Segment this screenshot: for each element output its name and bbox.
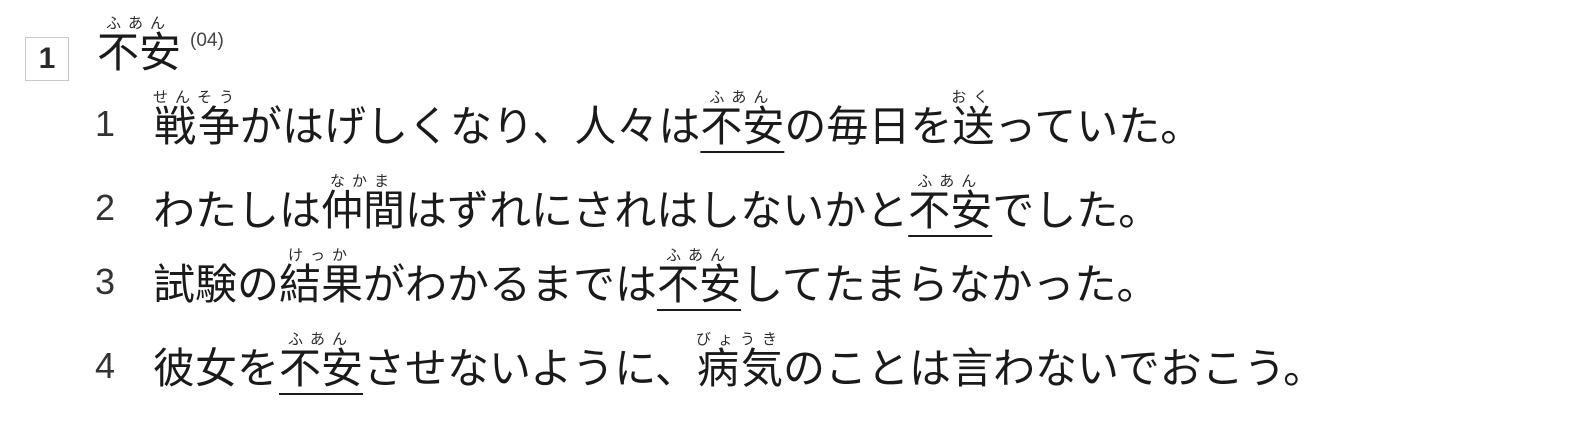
option-number: 1 — [95, 103, 116, 144]
sentence-text: でした。 — [992, 186, 1161, 235]
sentence-text: の毎日を — [784, 102, 953, 151]
ruby-base: 病気 — [695, 344, 784, 393]
ruby-word: 結果けっか — [279, 246, 364, 309]
sentence-text: がわかるまでは — [363, 260, 658, 309]
underlined-keyword: 不安ふあん — [700, 88, 785, 151]
question-code: (04) — [190, 30, 224, 51]
keyword-text: 不安 — [97, 28, 182, 77]
underlined-keyword: 不安ふあん — [279, 330, 364, 393]
furigana: せんそう — [153, 88, 242, 106]
sentence-text: っていた。 — [994, 102, 1203, 151]
sentence-text: 試験の — [153, 260, 280, 309]
option-sentence: 彼女を不安ふあんさせないように、病気びょうきのことは言わないでおこう。 — [153, 330, 1325, 390]
furigana: ふあん — [908, 172, 993, 190]
option-sentence: 戦争せんそうがはげしくなり、人々は不安ふあんの毎日を送おくっていた。 — [153, 88, 1202, 148]
option-number: 2 — [95, 187, 116, 228]
ruby-base: 結果 — [279, 260, 364, 309]
sentence-text: がはげしくなり、人々は — [240, 102, 701, 151]
ruby-base: 不安 — [279, 344, 364, 393]
ruby-base: 不安 — [657, 260, 742, 309]
ruby-word: 仲間なかま — [321, 172, 406, 235]
ruby-base: 不安 — [908, 186, 993, 235]
option-row-3: 3 試験の結果けっかがわかるまでは不安ふあんしてたまらなかった。 — [95, 246, 1159, 306]
ruby-base: 仲間 — [321, 186, 406, 235]
ruby-word: 戦争せんそう — [153, 88, 242, 151]
option-row-1: 1 戦争せんそうがはげしくなり、人々は不安ふあんの毎日を送おくっていた。 — [95, 88, 1202, 148]
sentence-text: 彼女を — [153, 344, 280, 393]
furigana: けっか — [279, 246, 364, 264]
furigana: ふあん — [657, 246, 742, 264]
option-row-2: 2 わたしは仲間なかまはずれにされはしないかと不安ふあんでした。 — [95, 172, 1160, 232]
furigana: びょうき — [695, 330, 784, 348]
keyword-reading: ふあん — [97, 14, 182, 32]
question-number-box: 1 — [25, 37, 69, 81]
underlined-keyword: 不安ふあん — [657, 246, 742, 309]
ruby-word: 病気びょうき — [695, 330, 784, 393]
ruby-base: 戦争 — [153, 102, 242, 151]
sentence-text: わたしは — [153, 186, 322, 235]
option-number: 3 — [95, 261, 116, 302]
furigana: おく — [951, 88, 996, 106]
furigana: ふあん — [279, 330, 364, 348]
ruby-base: 不安 — [700, 102, 785, 151]
question-number: 1 — [38, 42, 56, 75]
furigana: ふあん — [700, 88, 785, 106]
question-heading: 不安ふあん (04) — [97, 14, 224, 74]
option-number: 4 — [95, 345, 116, 386]
ruby-word: 送おく — [951, 88, 996, 151]
option-row-4: 4 彼女を不安ふあんさせないように、病気びょうきのことは言わないでおこう。 — [95, 330, 1325, 390]
sentence-text: はずれにされはしないかと — [405, 186, 909, 235]
ruby-base: 送 — [951, 102, 996, 151]
underlined-keyword: 不安ふあん — [908, 172, 993, 235]
option-sentence: わたしは仲間なかまはずれにされはしないかと不安ふあんでした。 — [153, 172, 1160, 232]
sentence-text: のことは言わないでおこう。 — [782, 344, 1326, 393]
option-sentence: 試験の結果けっかがわかるまでは不安ふあんしてたまらなかった。 — [153, 246, 1159, 306]
sentence-text: させないように、 — [363, 344, 697, 393]
sentence-text: してたまらなかった。 — [741, 260, 1159, 309]
keyword: 不安ふあん — [97, 14, 181, 74]
furigana: なかま — [321, 172, 406, 190]
